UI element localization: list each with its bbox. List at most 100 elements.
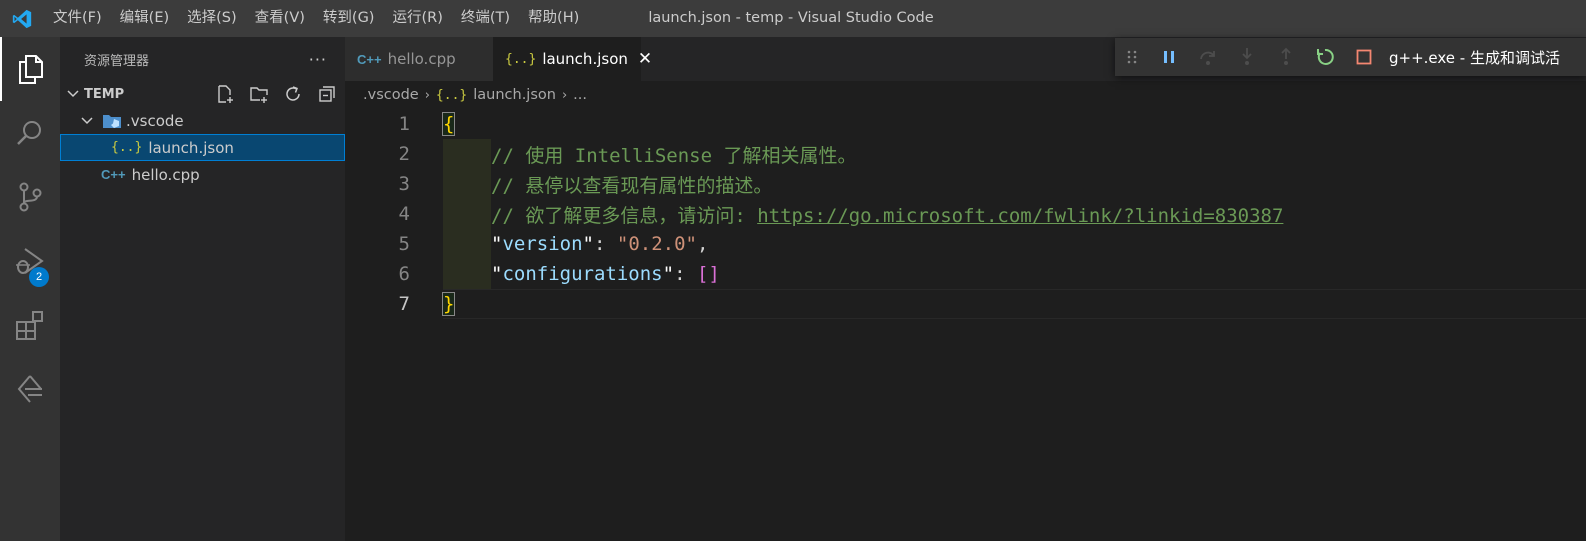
menu-view[interactable]: 查看(V): [246, 0, 314, 37]
json-file-icon: {..}: [505, 51, 537, 67]
tab-label: launch.json: [542, 50, 628, 68]
step-out-icon: [1280, 47, 1291, 65]
step-over-icon: [1199, 51, 1215, 65]
activity-extensions[interactable]: [0, 293, 60, 357]
collapse-all-icon[interactable]: [317, 84, 337, 104]
code-line-current: 7 }: [345, 289, 1586, 319]
line-number: 7: [398, 293, 410, 315]
step-into-button[interactable]: [1227, 38, 1266, 76]
activity-remote-explorer[interactable]: [0, 357, 60, 421]
restart-button[interactable]: [1305, 38, 1344, 76]
menu-help[interactable]: 帮助(H): [519, 0, 588, 37]
remote-explorer-icon: [17, 375, 42, 403]
window-title-text: launch.json - temp - Visual Studio Code: [648, 10, 934, 26]
cpp-file-icon: C++: [101, 167, 126, 182]
menu-bar: 文件(F) 编辑(E) 选择(S) 查看(V) 转到(G) 运行(R) 终端(T…: [44, 0, 588, 37]
docs-link[interactable]: https://go.microsoft.com/fwlink/?linkid=…: [757, 205, 1283, 227]
menu-go[interactable]: 转到(G): [314, 0, 384, 37]
tree-folder-vscode[interactable]: .vscode: [60, 107, 345, 134]
json-key: configurations: [502, 263, 663, 285]
activity-explorer[interactable]: [0, 37, 60, 101]
extensions-icon: [16, 311, 43, 340]
cpp-file-icon: C++: [357, 51, 382, 67]
json-key: version: [502, 233, 583, 255]
json-file-icon: {..}: [435, 87, 468, 103]
breadcrumb-folder[interactable]: .vscode: [363, 87, 419, 103]
line-number: 3: [398, 173, 410, 195]
colon: :: [674, 263, 697, 285]
tree-file-label: hello.cpp: [131, 165, 200, 184]
line-number: 1: [398, 113, 410, 135]
activity-search[interactable]: [0, 101, 60, 165]
tree-folder-label: .vscode: [126, 111, 184, 130]
close-brace: }: [441, 292, 456, 316]
files-icon: [19, 55, 43, 84]
code-line: 2 // 使用 IntelliSense 了解相关属性。: [345, 139, 1586, 169]
code-line: 6 "configurations": []: [345, 259, 1586, 289]
tab-launch-json[interactable]: {..} launch.json ✕: [493, 37, 652, 81]
comma: ,: [696, 233, 709, 255]
search-icon: [17, 121, 41, 145]
pause-icon: [1163, 51, 1174, 63]
tree-file-hello-cpp[interactable]: C++ hello.cpp: [60, 161, 345, 188]
activity-run-debug[interactable]: 2: [0, 229, 60, 293]
stop-button[interactable]: [1344, 38, 1383, 76]
drag-handle-icon[interactable]: [1115, 38, 1149, 76]
pause-button[interactable]: [1149, 38, 1188, 76]
chevron-down-icon: [81, 116, 93, 124]
debug-badge: 2: [29, 267, 49, 287]
workspace-section-header[interactable]: TEMP: [60, 81, 345, 107]
comment-text: // 欲了解更多信息，请访问:: [491, 204, 758, 227]
menu-edit[interactable]: 编辑(E): [111, 0, 178, 37]
menu-file[interactable]: 文件(F): [44, 0, 111, 37]
activity-source-control[interactable]: [0, 165, 60, 229]
debug-toolbar: g++.exe - 生成和调试活: [1115, 38, 1586, 76]
line-text: }: [441, 292, 456, 316]
menu-terminal[interactable]: 终端(T): [452, 0, 519, 37]
line-number: 6: [398, 263, 410, 285]
menu-run[interactable]: 运行(R): [383, 0, 451, 37]
stop-icon: [1356, 49, 1371, 65]
quote-mark: ": [662, 263, 675, 285]
code-line: 5 "version": "0.2.0",: [345, 229, 1586, 259]
code-editor[interactable]: 1 { 2 // 使用 IntelliSense 了解相关属性。 3 // 悬停…: [345, 109, 1586, 541]
current-line-highlight: [443, 289, 1586, 319]
more-actions-icon[interactable]: ···: [309, 50, 327, 69]
chevron-down-icon: [67, 90, 79, 98]
json-array: []: [696, 263, 720, 285]
new-file-icon[interactable]: [215, 84, 235, 104]
tab-hello-cpp[interactable]: C++ hello.cpp: [345, 37, 493, 81]
line-number: 4: [398, 203, 410, 225]
line-text: "version": "0.2.0",: [491, 233, 708, 255]
explorer-title: 资源管理器: [84, 53, 150, 69]
quote-mark: ": [582, 233, 594, 255]
explorer-sidebar: 资源管理器 ··· TEMP .vscode {..} launch.json …: [60, 37, 345, 541]
title-bar: 文件(F) 编辑(E) 选择(S) 查看(V) 转到(G) 运行(R) 终端(T…: [0, 0, 1586, 37]
step-out-button[interactable]: [1266, 38, 1305, 76]
line-number: 2: [398, 143, 410, 165]
breadcrumb-file[interactable]: launch.json: [473, 87, 556, 103]
explorer-actions: [215, 81, 337, 107]
quote-mark: ": [491, 263, 503, 285]
step-over-button[interactable]: [1188, 38, 1227, 76]
new-folder-icon[interactable]: [249, 84, 269, 104]
restart-icon: [1316, 48, 1334, 65]
line-text: // 使用 IntelliSense 了解相关属性。: [491, 141, 856, 168]
menu-selection[interactable]: 选择(S): [178, 0, 246, 37]
tree-file-launch-json[interactable]: {..} launch.json: [60, 134, 345, 161]
colon: :: [593, 233, 617, 255]
debug-config-select[interactable]: g++.exe - 生成和调试活: [1389, 47, 1560, 68]
line-text: "configurations": []: [491, 263, 720, 285]
json-file-icon: {..}: [111, 140, 143, 155]
code-line: 3 // 悬停以查看现有属性的描述。: [345, 169, 1586, 199]
workspace-label: TEMP: [84, 86, 125, 102]
breadcrumb-more[interactable]: ...: [573, 87, 587, 103]
activity-bar: 2: [0, 37, 60, 541]
close-tab-icon[interactable]: ✕: [638, 49, 652, 69]
comment-text: // 使用 IntelliSense 了解相关属性。: [491, 144, 857, 167]
refresh-icon[interactable]: [283, 84, 303, 104]
explorer-header: 资源管理器 ···: [60, 37, 345, 81]
source-control-icon: [19, 182, 42, 212]
line-number: 5: [398, 233, 410, 255]
line-text: // 欲了解更多信息，请访问: https://go.microsoft.com…: [491, 201, 1283, 228]
